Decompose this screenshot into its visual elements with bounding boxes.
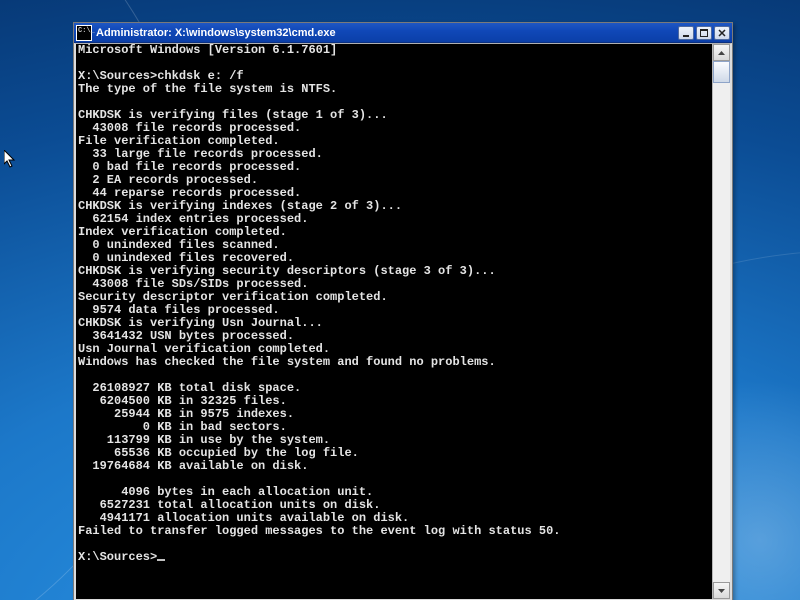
close-button[interactable]	[714, 26, 730, 40]
window-title: Administrator: X:\windows\system32\cmd.e…	[96, 27, 674, 39]
scroll-track[interactable]	[713, 61, 730, 582]
window-controls	[678, 26, 730, 40]
maximize-button[interactable]	[696, 26, 712, 40]
vertical-scrollbar[interactable]	[712, 44, 730, 599]
cmd-window: Administrator: X:\windows\system32\cmd.e…	[73, 22, 733, 600]
window-titlebar[interactable]: Administrator: X:\windows\system32\cmd.e…	[74, 23, 732, 43]
mouse-cursor	[4, 150, 16, 169]
console-output[interactable]: Microsoft Windows [Version 6.1.7601] X:\…	[76, 44, 712, 599]
minimize-button[interactable]	[678, 26, 694, 40]
minimize-icon	[682, 29, 690, 37]
scroll-down-button[interactable]	[713, 582, 730, 599]
desktop-background: Administrator: X:\windows\system32\cmd.e…	[0, 0, 800, 600]
scroll-up-button[interactable]	[713, 44, 730, 61]
maximize-icon	[700, 29, 708, 37]
cmd-icon	[76, 25, 92, 41]
chevron-up-icon	[718, 51, 725, 55]
scroll-thumb[interactable]	[713, 61, 730, 83]
chevron-down-icon	[718, 589, 725, 593]
close-icon	[718, 29, 726, 37]
window-client-area: Microsoft Windows [Version 6.1.7601] X:\…	[74, 43, 732, 600]
